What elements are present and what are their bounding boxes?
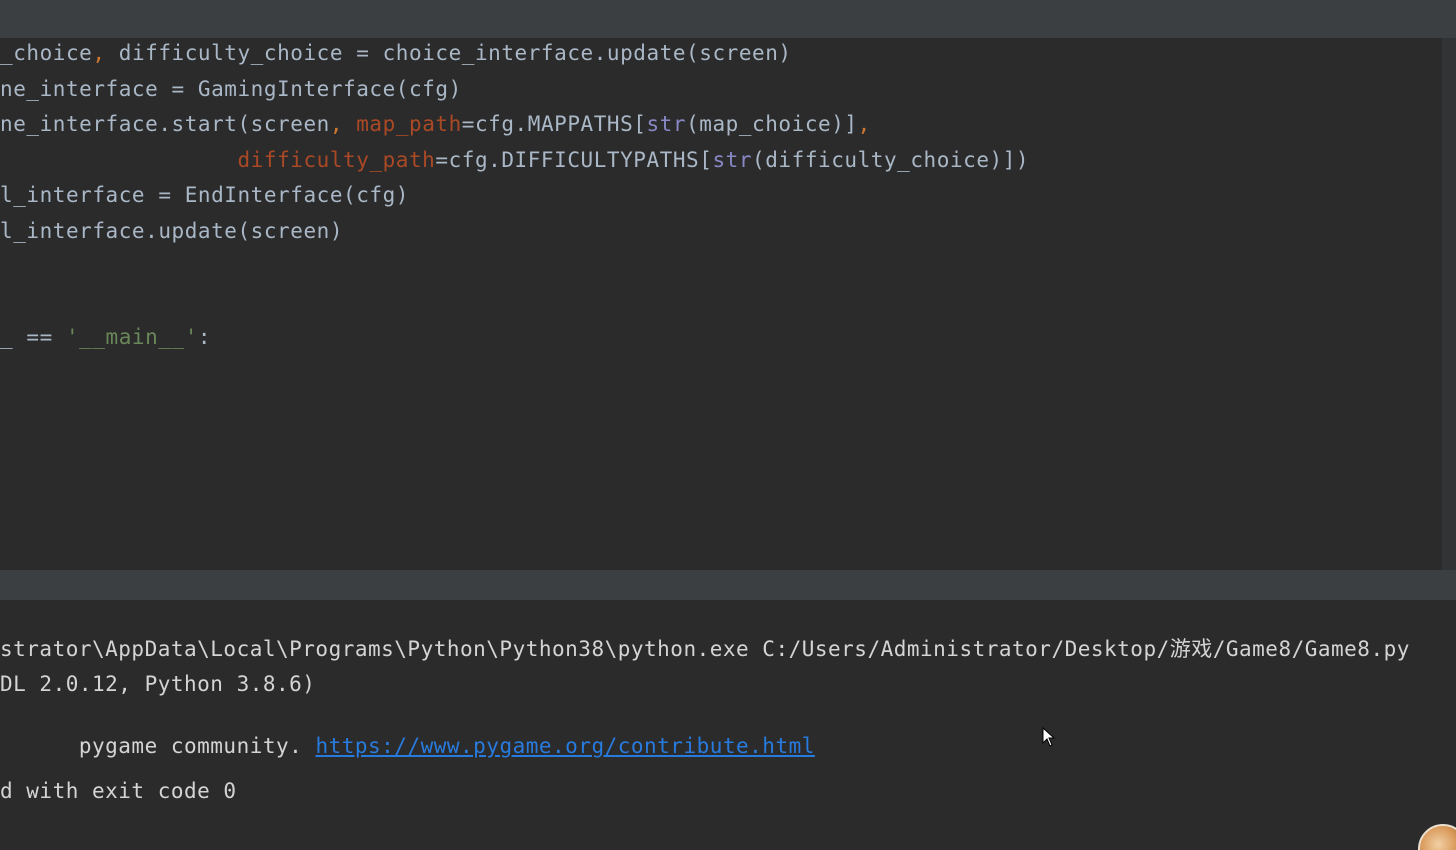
code-token: difficulty_path	[237, 148, 436, 172]
console-line-exit-code: d with exit code 0	[0, 779, 237, 803]
code-line-4: difficulty_path=cfg.DIFFICULTYPATHS[str(…	[0, 147, 1029, 173]
contribute-link[interactable]: https://www.pygame.org/contribute.html	[315, 734, 814, 758]
code-line-5: l_interface = EndInterface(cfg)	[0, 182, 409, 208]
run-console[interactable]: strator\AppData\Local\Programs\Python\Py…	[0, 600, 1456, 850]
code-token: str	[712, 148, 753, 172]
code-editor[interactable]: _choice, difficulty_choice = choice_inte…	[0, 38, 1456, 570]
editor-tab-bar	[0, 0, 1456, 38]
code-token: ,	[92, 41, 106, 65]
code-token: (map_choice)]	[686, 112, 858, 136]
code-token: ne_interface = GamingInterface(cfg)	[0, 77, 462, 101]
code-token: ne_interface.start(screen	[0, 112, 330, 136]
panel-divider[interactable]	[0, 570, 1456, 600]
console-line-command: strator\AppData\Local\Programs\Python\Py…	[0, 637, 1410, 661]
code-token: (difficulty_choice)])	[752, 148, 1030, 172]
code-token: str	[646, 112, 687, 136]
code-line-main-guard: _ == '__main__':	[0, 324, 211, 350]
code-token: ,	[857, 112, 871, 136]
editor-scrollbar[interactable]	[1442, 38, 1456, 570]
code-token: _ ==	[0, 325, 66, 349]
code-line-2: ne_interface = GamingInterface(cfg)	[0, 76, 462, 102]
console-community-text: pygame community.	[78, 734, 316, 758]
code-token: difficulty_choice = choice_interface.upd…	[105, 41, 792, 65]
code-token: _choice	[0, 41, 93, 65]
code-line-1: _choice, difficulty_choice = choice_inte…	[0, 40, 792, 66]
code-token: =cfg.MAPPATHS[	[461, 112, 647, 136]
code-token: :	[197, 325, 212, 349]
console-line-community: pygame community. https://www.pygame.org…	[0, 707, 815, 785]
mouse-pointer-icon	[1042, 727, 1056, 747]
console-line-pygame-version: DL 2.0.12, Python 3.8.6)	[0, 672, 316, 696]
code-token: ,	[329, 112, 344, 136]
code-token: l_interface.update(screen)	[0, 219, 344, 243]
code-token: map_path	[356, 112, 462, 136]
ide-window: _choice, difficulty_choice = choice_inte…	[0, 0, 1456, 850]
code-line-3: ne_interface.start(screen, map_path=cfg.…	[0, 111, 871, 137]
code-line-6: l_interface.update(screen)	[0, 218, 343, 244]
code-token: '__main__'	[65, 325, 198, 349]
code-token: l_interface = EndInterface(cfg)	[0, 183, 409, 207]
code-token: =cfg.DIFFICULTYPATHS[	[435, 148, 713, 172]
